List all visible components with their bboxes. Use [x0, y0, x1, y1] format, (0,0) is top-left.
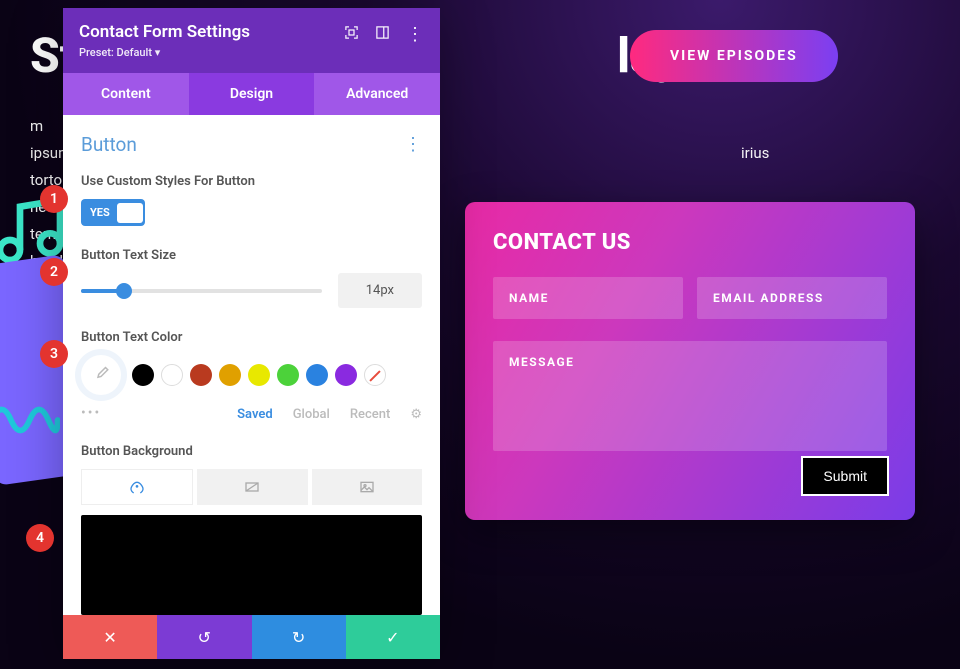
- bg-color-preview[interactable]: [81, 515, 422, 615]
- tab-design[interactable]: Design: [189, 73, 315, 115]
- annotation-badge-1: 1: [40, 185, 68, 213]
- tab-content[interactable]: Content: [63, 73, 189, 115]
- annotation-badge-3: 3: [40, 340, 68, 368]
- settings-panel: Contact Form Settings Preset: Default ▾ …: [63, 8, 440, 659]
- toggle-knob: [117, 203, 143, 223]
- annotation-badge-4: 4: [26, 524, 54, 552]
- text-size-value[interactable]: 14px: [338, 273, 422, 308]
- option-text-color: Button Text Color ••• Saved Global Rece: [81, 330, 422, 422]
- swatch-black[interactable]: [132, 364, 154, 386]
- color-source-tabs: Saved Global Recent ⚙: [81, 407, 422, 422]
- option-custom-styles: Use Custom Styles For Button YES: [81, 174, 422, 226]
- confirm-button[interactable]: ✓: [346, 615, 440, 659]
- panel-body[interactable]: Button ⋮ Use Custom Styles For Button YE…: [63, 115, 440, 615]
- sound-wave-icon: [0, 390, 60, 450]
- bg-type-image[interactable]: [312, 469, 422, 505]
- text-color-label: Button Text Color: [81, 330, 422, 345]
- text-size-slider[interactable]: [81, 289, 322, 293]
- custom-styles-toggle[interactable]: YES: [81, 199, 145, 226]
- group-more-icon[interactable]: ⋮: [404, 134, 422, 155]
- color-picker-icon[interactable]: [81, 355, 121, 395]
- swatch-brown[interactable]: [190, 364, 212, 386]
- expand-icon[interactable]: [344, 25, 359, 44]
- contact-title: CONTACT US: [493, 230, 887, 255]
- redo-button[interactable]: ↻: [252, 615, 346, 659]
- tab-global[interactable]: Global: [293, 407, 330, 422]
- swatch-green[interactable]: [277, 364, 299, 386]
- swatch-yellow[interactable]: [248, 364, 270, 386]
- swatch-purple[interactable]: [335, 364, 357, 386]
- submit-button[interactable]: Submit: [801, 456, 889, 496]
- view-episodes-button[interactable]: VIEW EPISODES: [630, 30, 838, 82]
- panel-title: Contact Form Settings: [79, 22, 250, 42]
- swatch-blue[interactable]: [306, 364, 328, 386]
- custom-styles-label: Use Custom Styles For Button: [81, 174, 422, 189]
- group-title: Button: [81, 133, 137, 156]
- preset-label[interactable]: Preset: Default ▾: [79, 46, 250, 59]
- bg-type-gradient[interactable]: [197, 469, 307, 505]
- option-button-background: Button Background: [81, 444, 422, 615]
- bg-type-color[interactable]: [81, 469, 193, 505]
- more-icon[interactable]: ⋮: [406, 24, 424, 45]
- swatch-none[interactable]: [364, 364, 386, 386]
- layout-icon[interactable]: [375, 25, 390, 44]
- undo-button[interactable]: ↺: [157, 615, 251, 659]
- panel-footer: ✕ ↺ ↻ ✓: [63, 615, 440, 659]
- tab-advanced[interactable]: Advanced: [314, 73, 440, 115]
- slider-thumb[interactable]: [116, 283, 132, 299]
- email-field[interactable]: EMAIL ADDRESS: [697, 277, 887, 319]
- tab-saved[interactable]: Saved: [237, 407, 273, 422]
- text-size-label: Button Text Size: [81, 248, 422, 263]
- cancel-button[interactable]: ✕: [63, 615, 157, 659]
- tab-recent[interactable]: Recent: [350, 407, 390, 422]
- contact-form-preview: CONTACT US NAME EMAIL ADDRESS MESSAGE Su…: [465, 202, 915, 520]
- name-field[interactable]: NAME: [493, 277, 683, 319]
- bg-label: Button Background: [81, 444, 422, 459]
- swatch-orange[interactable]: [219, 364, 241, 386]
- option-text-size: Button Text Size 14px: [81, 248, 422, 308]
- swatch-white[interactable]: [161, 364, 183, 386]
- tab-bar: Content Design Advanced: [63, 73, 440, 115]
- message-field[interactable]: MESSAGE: [493, 341, 887, 451]
- gear-icon[interactable]: ⚙: [410, 407, 422, 422]
- panel-header: Contact Form Settings Preset: Default ▾ …: [63, 8, 440, 73]
- annotation-badge-2: 2: [40, 258, 68, 286]
